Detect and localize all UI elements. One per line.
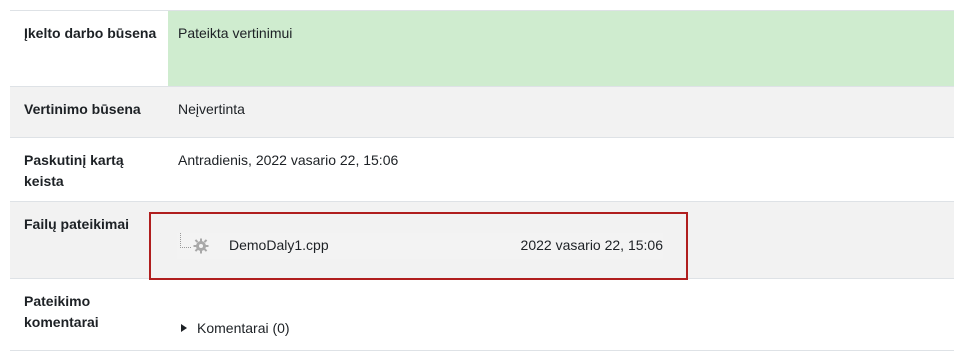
row-last-modified: Paskutinį kartą keista Antradienis, 2022… <box>10 138 954 202</box>
submission-status-label: Įkelto darbo būsena <box>24 25 157 41</box>
row-grading-status: Vertinimo būsena Neįvertinta <box>10 87 954 138</box>
row-submission-status: Įkelto darbo būsena Pateikta vertinimui <box>10 11 954 87</box>
submission-status-value: Pateikta vertinimui <box>168 11 954 86</box>
file-link[interactable]: DemoDaly1.cpp <box>229 237 329 253</box>
submission-comments-value <box>168 279 954 350</box>
file-date: 2022 vasario 22, 15:06 <box>520 237 663 253</box>
last-modified-value: Antradienis, 2022 vasario 22, 15:06 <box>178 152 399 168</box>
file-submissions-label: Failų pateikimai <box>24 216 130 232</box>
tree-connector <box>180 233 191 248</box>
file-list-item: DemoDaly1.cpp 2022 vasario 22, 15:06 <box>177 233 663 259</box>
grading-status-value: Neįvertinta <box>178 101 245 117</box>
gear-file-icon <box>192 237 210 255</box>
comments-toggle[interactable]: Komentarai (0) <box>181 320 290 336</box>
last-modified-label: Paskutinį kartą keista <box>24 152 124 189</box>
comments-link[interactable]: Komentarai (0) <box>197 320 290 336</box>
grading-status-label: Vertinimo būsena <box>24 101 141 117</box>
caret-right-icon <box>181 324 187 332</box>
row-submission-comments: Pateikimo komentarai <box>10 279 954 351</box>
submission-comments-label: Pateikimo komentarai <box>24 293 99 330</box>
submission-status-table: Įkelto darbo būsena Pateikta vertinimui … <box>10 10 954 351</box>
